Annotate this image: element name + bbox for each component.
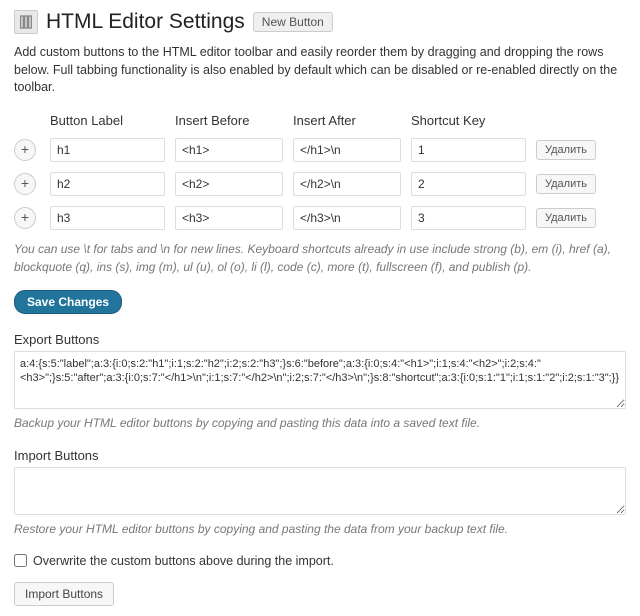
table-row[interactable]: + Удалить xyxy=(14,138,626,162)
export-label: Export Buttons xyxy=(14,332,626,347)
export-hint: Backup your HTML editor buttons by copyi… xyxy=(14,416,626,430)
after-input[interactable] xyxy=(293,172,401,196)
col-header-before: Insert Before xyxy=(175,113,283,128)
delete-button[interactable]: Удалить xyxy=(536,208,596,228)
before-input[interactable] xyxy=(175,138,283,162)
label-input[interactable] xyxy=(50,138,165,162)
add-row-button[interactable]: + xyxy=(14,207,36,229)
new-button[interactable]: New Button xyxy=(253,12,333,32)
delete-button[interactable]: Удалить xyxy=(536,174,596,194)
export-textarea[interactable]: a:4:{s:5:"label";a:3:{i:0;s:2:"h1";i:1;s… xyxy=(14,351,626,409)
shortcut-input[interactable] xyxy=(411,138,526,162)
col-header-after: Insert After xyxy=(293,113,401,128)
col-header-label: Button Label xyxy=(50,113,165,128)
add-row-button[interactable]: + xyxy=(14,139,36,161)
label-input[interactable] xyxy=(50,172,165,196)
table-row[interactable]: + Удалить xyxy=(14,206,626,230)
shortcut-input[interactable] xyxy=(411,206,526,230)
save-changes-button[interactable]: Save Changes xyxy=(14,290,122,314)
page-title: HTML Editor Settings xyxy=(46,10,245,34)
after-input[interactable] xyxy=(293,138,401,162)
import-textarea[interactable] xyxy=(14,467,626,515)
overwrite-row[interactable]: Overwrite the custom buttons above durin… xyxy=(14,554,626,568)
usage-hint: You can use \t for tabs and \n for new l… xyxy=(14,240,626,276)
import-button[interactable]: Import Buttons xyxy=(14,582,114,606)
shortcut-input[interactable] xyxy=(411,172,526,196)
col-header-shortcut: Shortcut Key xyxy=(411,113,526,128)
import-label: Import Buttons xyxy=(14,448,626,463)
buttons-table: Button Label Insert Before Insert After … xyxy=(14,113,626,230)
settings-icon xyxy=(14,10,38,34)
before-input[interactable] xyxy=(175,172,283,196)
label-input[interactable] xyxy=(50,206,165,230)
import-hint: Restore your HTML editor buttons by copy… xyxy=(14,522,626,536)
overwrite-label: Overwrite the custom buttons above durin… xyxy=(33,554,334,568)
page-description: Add custom buttons to the HTML editor to… xyxy=(14,44,626,97)
table-row[interactable]: + Удалить xyxy=(14,172,626,196)
before-input[interactable] xyxy=(175,206,283,230)
delete-button[interactable]: Удалить xyxy=(536,140,596,160)
overwrite-checkbox[interactable] xyxy=(14,554,27,567)
add-row-button[interactable]: + xyxy=(14,173,36,195)
after-input[interactable] xyxy=(293,206,401,230)
